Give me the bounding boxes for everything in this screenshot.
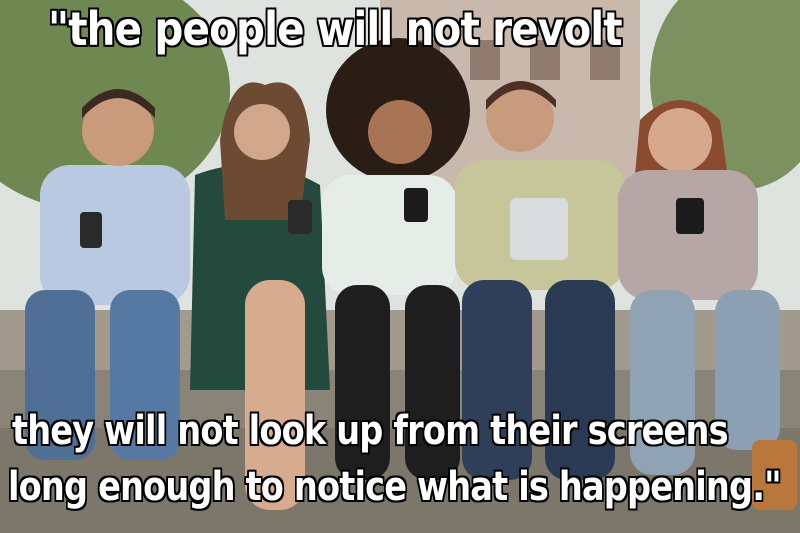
top-caption: "the people will not revolt <box>48 2 623 56</box>
bottom-caption-line-1: they will not look up from their screens <box>12 408 729 454</box>
bottom-caption-line-2: long enough to notice what is happening.… <box>8 464 782 510</box>
meme-image: "the people will not revolt they will no… <box>0 0 800 533</box>
